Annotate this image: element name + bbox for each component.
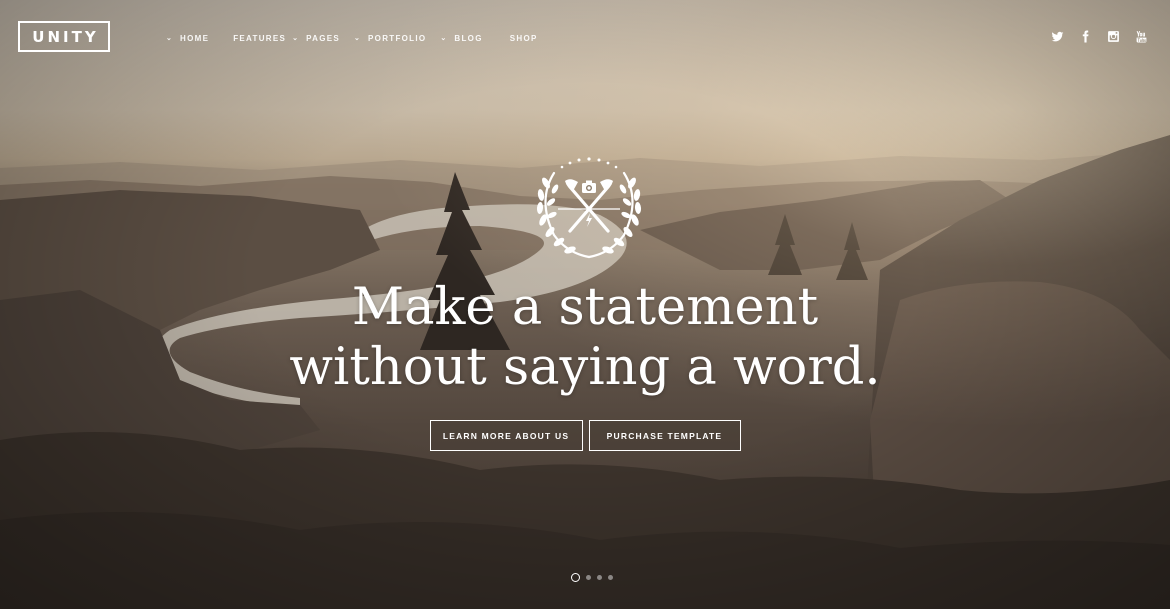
nav-item-pages[interactable]: ⌄ PAGES [292, 34, 340, 43]
unity-logo[interactable]: UNITY [18, 21, 110, 52]
chevron-down-icon: ⌄ [292, 35, 300, 42]
purchase-template-button[interactable]: PURCHASE TEMPLATE [588, 420, 741, 451]
social-links [1050, 29, 1148, 43]
nav-item-home[interactable]: ⌄ HOME [166, 34, 209, 43]
nav-item-features[interactable]: FEATURES [233, 34, 286, 43]
main-navigation: ⌄ HOME FEATURES ⌄ PAGES ⌄ PORTFOLIO ⌄ BL… [166, 31, 538, 45]
slider-dot-3[interactable] [597, 575, 602, 580]
dotted-arc [560, 157, 618, 169]
youtube-icon[interactable] [1134, 29, 1148, 43]
nav-item-label: FEATURES [233, 33, 287, 43]
nav-item-blog[interactable]: ⌄ BLOG [440, 34, 482, 43]
hero-headline: Make a statement without saying a word. [0, 278, 1170, 398]
chevron-down-icon: ⌄ [440, 35, 448, 42]
nav-item-label: SHOP [509, 33, 538, 43]
hero-headline-line-2: without saying a word. [289, 338, 881, 397]
slider-pagination [0, 573, 1170, 582]
learn-more-button[interactable]: LEARN MORE ABOUT US [429, 420, 583, 451]
camera-icon [582, 180, 596, 193]
nav-item-label: HOME [180, 33, 210, 43]
slider-dot-2[interactable] [586, 575, 591, 580]
crossed-axes-camera-laurel-emblem-icon [532, 155, 646, 261]
nav-item-label: BLOG [454, 33, 483, 43]
hero-buttons: LEARN MORE ABOUT US PURCHASE TEMPLATE [0, 420, 1170, 451]
slider-dot-4[interactable] [608, 575, 613, 580]
site-header: UNITY ⌄ HOME FEATURES ⌄ PAGES ⌄ PORTFOLI… [0, 0, 1170, 74]
nav-item-shop[interactable]: SHOP [510, 34, 538, 43]
nav-item-portfolio[interactable]: ⌄ PORTFOLIO [354, 34, 426, 43]
chevron-down-icon: ⌄ [166, 35, 174, 42]
nav-item-label: PAGES [306, 33, 341, 43]
nav-item-label: PORTFOLIO [368, 33, 427, 43]
twitter-icon[interactable] [1050, 29, 1064, 43]
chevron-down-icon: ⌄ [354, 35, 362, 42]
facebook-icon[interactable] [1078, 29, 1092, 43]
hero-headline-line-1: Make a statement [351, 278, 819, 337]
instagram-icon[interactable] [1106, 29, 1120, 43]
slider-dot-1[interactable] [571, 573, 580, 582]
